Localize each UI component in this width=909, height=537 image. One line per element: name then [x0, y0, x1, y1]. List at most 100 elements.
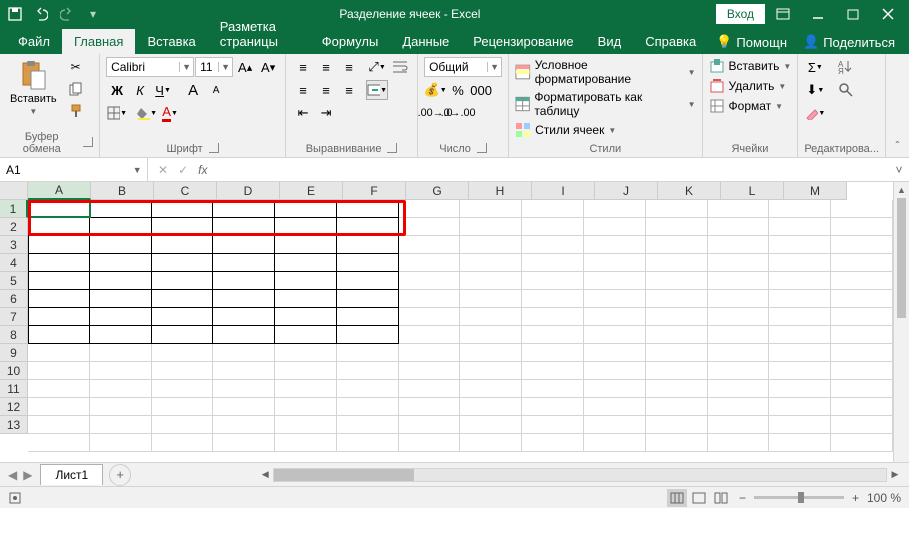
column-header[interactable]: D — [217, 182, 280, 200]
row-header[interactable]: 12 — [0, 398, 28, 416]
font-shrink-icon[interactable]: A — [205, 80, 227, 100]
cell[interactable] — [275, 308, 337, 326]
number-launcher[interactable] — [477, 143, 487, 153]
vertical-scrollbar[interactable]: ▲ — [893, 182, 909, 462]
row-header[interactable]: 5 — [0, 272, 28, 290]
cell[interactable] — [90, 344, 152, 362]
cell[interactable] — [646, 362, 708, 380]
row-header[interactable]: 7 — [0, 308, 28, 326]
cell[interactable] — [28, 344, 90, 362]
cell[interactable] — [399, 290, 461, 308]
cell[interactable] — [708, 272, 770, 290]
sheet-nav-next-icon[interactable]: ▶ — [23, 468, 32, 482]
cell[interactable] — [337, 236, 399, 254]
cell[interactable] — [522, 218, 584, 236]
row-header[interactable]: 4 — [0, 254, 28, 272]
cell[interactable] — [708, 344, 770, 362]
cell[interactable] — [90, 398, 152, 416]
cell[interactable] — [152, 344, 214, 362]
font-size-input[interactable] — [196, 60, 218, 74]
cancel-formula-icon[interactable]: ✕ — [158, 163, 168, 177]
align-right-icon[interactable]: ≡ — [338, 80, 360, 100]
save-icon[interactable] — [4, 3, 26, 25]
cell[interactable] — [769, 434, 831, 452]
cell[interactable] — [213, 236, 275, 254]
format-cells-button[interactable]: Формат▼ — [709, 97, 784, 115]
cell[interactable] — [831, 236, 893, 254]
cell[interactable] — [769, 416, 831, 434]
number-format-input[interactable] — [425, 60, 487, 74]
cell[interactable] — [152, 416, 214, 434]
bold-icon[interactable]: Ж — [106, 80, 128, 100]
cell[interactable] — [213, 434, 275, 452]
cell[interactable] — [584, 272, 646, 290]
cell[interactable] — [152, 326, 214, 344]
zoom-slider[interactable] — [754, 496, 844, 499]
font-size-combo[interactable]: ▼ — [195, 57, 233, 77]
increase-font-icon[interactable]: A▴ — [234, 57, 256, 77]
cell[interactable] — [769, 290, 831, 308]
cell[interactable] — [28, 272, 90, 290]
cell[interactable] — [646, 434, 708, 452]
cell[interactable] — [769, 308, 831, 326]
fill-color-icon[interactable]: ▼ — [136, 103, 158, 123]
cell[interactable] — [831, 416, 893, 434]
page-layout-view-icon[interactable] — [689, 489, 709, 507]
currency-icon[interactable]: 💰▼ — [424, 80, 446, 100]
cell[interactable] — [831, 200, 893, 218]
cell[interactable] — [769, 380, 831, 398]
cell[interactable] — [769, 254, 831, 272]
conditional-formatting-button[interactable]: Условное форматирование▼ — [515, 57, 695, 87]
cell-styles-button[interactable]: Стили ячеек▼ — [515, 121, 616, 139]
cell[interactable] — [90, 434, 152, 452]
column-header[interactable]: J — [595, 182, 658, 200]
cell[interactable] — [275, 272, 337, 290]
maximize-icon[interactable] — [836, 0, 870, 28]
cell[interactable] — [275, 344, 337, 362]
cell[interactable] — [584, 254, 646, 272]
close-icon[interactable] — [871, 0, 905, 28]
cell[interactable] — [28, 308, 90, 326]
alignment-launcher[interactable] — [387, 143, 397, 153]
cell[interactable] — [831, 326, 893, 344]
cell[interactable] — [522, 308, 584, 326]
cell[interactable] — [646, 416, 708, 434]
cell[interactable] — [275, 416, 337, 434]
cell[interactable] — [708, 200, 770, 218]
cell[interactable] — [646, 308, 708, 326]
cell[interactable] — [337, 272, 399, 290]
insert-cells-button[interactable]: Вставить▼ — [709, 57, 792, 75]
cell[interactable] — [275, 254, 337, 272]
cell[interactable] — [460, 416, 522, 434]
column-header[interactable]: H — [469, 182, 532, 200]
cell[interactable] — [646, 398, 708, 416]
cell[interactable] — [708, 308, 770, 326]
tab-formulas[interactable]: Формулы — [310, 29, 391, 54]
merge-cells-icon[interactable]: ▼ — [366, 80, 388, 100]
cell[interactable] — [337, 362, 399, 380]
cell[interactable] — [28, 398, 90, 416]
cell[interactable] — [522, 434, 584, 452]
orientation-icon[interactable]: ⤢▼ — [366, 57, 388, 77]
cell[interactable] — [460, 308, 522, 326]
wrap-text-icon[interactable] — [389, 57, 411, 77]
cell[interactable] — [275, 290, 337, 308]
row-header[interactable]: 13 — [0, 416, 28, 434]
cell[interactable] — [337, 344, 399, 362]
row-header[interactable]: 10 — [0, 362, 28, 380]
cell[interactable] — [584, 398, 646, 416]
cell[interactable] — [584, 362, 646, 380]
name-box-input[interactable] — [0, 163, 133, 177]
sheet-nav-prev-icon[interactable]: ◀ — [8, 468, 17, 482]
percent-icon[interactable]: % — [447, 80, 469, 100]
cell[interactable] — [522, 326, 584, 344]
chevron-down-icon[interactable]: ▼ — [179, 62, 193, 72]
cell[interactable] — [769, 236, 831, 254]
cell[interactable] — [646, 218, 708, 236]
cell[interactable] — [90, 254, 152, 272]
cell[interactable] — [522, 200, 584, 218]
vscroll-thumb[interactable] — [897, 198, 906, 318]
zoom-level[interactable]: 100 % — [867, 491, 901, 505]
cell[interactable] — [213, 308, 275, 326]
cell[interactable] — [522, 398, 584, 416]
